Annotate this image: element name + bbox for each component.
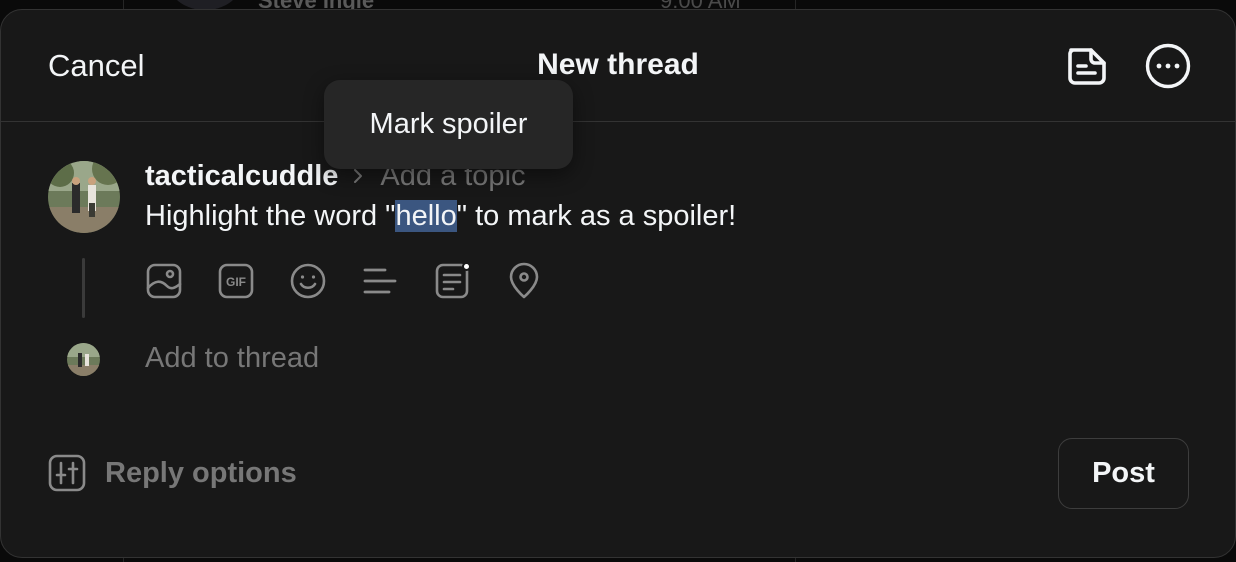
mark-spoiler-tooltip[interactable]: Mark spoiler bbox=[324, 80, 573, 169]
dialog-title: New thread bbox=[537, 48, 699, 81]
thread-connector-line bbox=[82, 258, 85, 318]
reply-options-label: Reply options bbox=[105, 456, 297, 489]
poll-icon[interactable] bbox=[361, 262, 399, 300]
gif-icon[interactable]: GIF bbox=[217, 262, 255, 300]
location-icon[interactable] bbox=[505, 262, 543, 300]
username: tacticalcuddle bbox=[145, 159, 339, 192]
post-text-before: Highlight the word " bbox=[145, 200, 396, 232]
image-icon[interactable] bbox=[145, 262, 183, 300]
reply-options-button[interactable]: Reply options bbox=[48, 454, 297, 492]
post-button[interactable]: Post bbox=[1058, 438, 1189, 509]
dialog-header: Cancel New thread bbox=[1, 10, 1235, 122]
post-text-editor[interactable]: Highlight the word "hello" to mark as a … bbox=[145, 200, 736, 233]
more-options-icon[interactable] bbox=[1144, 42, 1192, 90]
new-thread-dialog: Cancel New thread tacticalcuddle Add a t… bbox=[0, 9, 1236, 558]
avatar-small bbox=[67, 343, 100, 376]
drafts-icon[interactable] bbox=[1062, 42, 1110, 90]
selected-text: hello bbox=[395, 200, 457, 232]
composer-toolbar: GIF bbox=[145, 262, 577, 300]
svg-text:GIF: GIF bbox=[226, 275, 246, 289]
new-indicator-dot bbox=[462, 262, 471, 271]
avatar[interactable] bbox=[48, 161, 120, 233]
document-icon[interactable] bbox=[433, 262, 471, 300]
add-to-thread-input[interactable]: Add to thread bbox=[145, 342, 319, 375]
post-text-after: " to mark as a spoiler! bbox=[456, 200, 737, 232]
sliders-icon bbox=[48, 454, 86, 492]
chevron-right-icon bbox=[354, 169, 363, 183]
emoji-icon[interactable] bbox=[289, 262, 327, 300]
